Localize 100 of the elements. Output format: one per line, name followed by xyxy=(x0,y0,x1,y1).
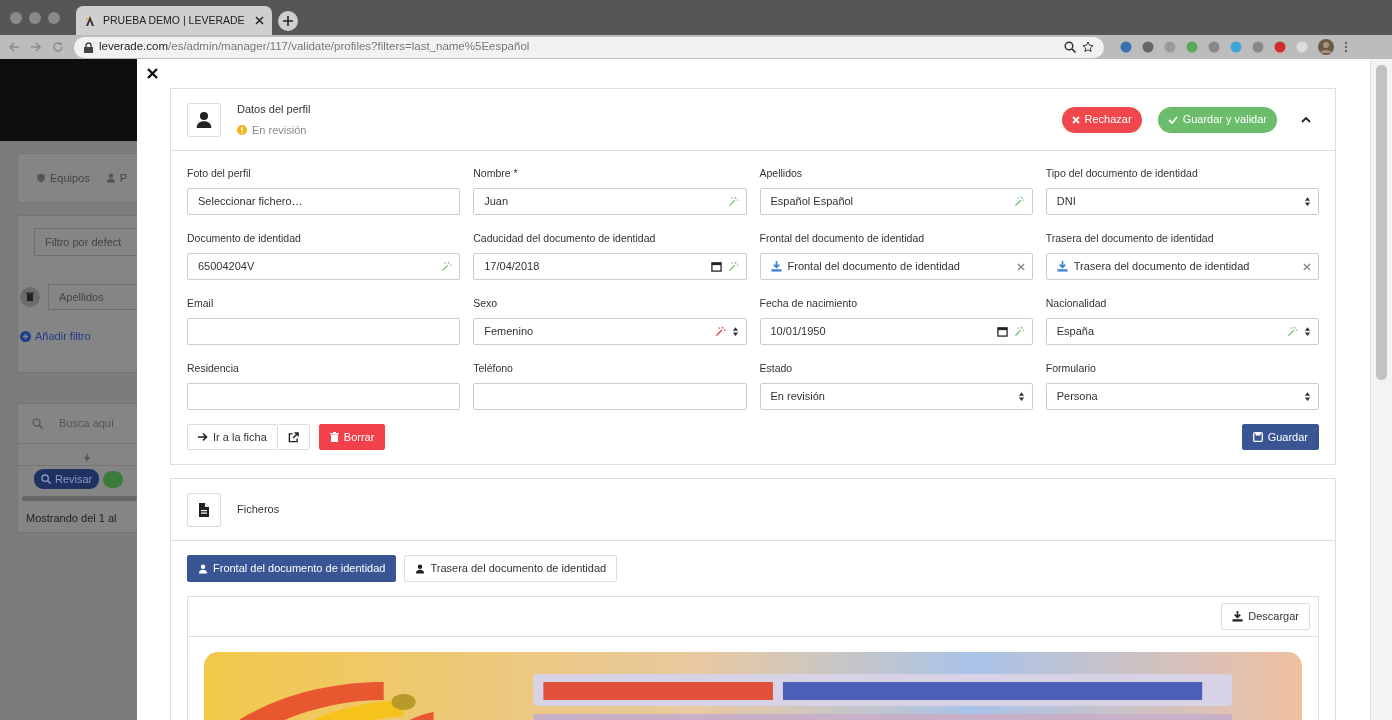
extension-icon[interactable] xyxy=(1252,41,1264,53)
extension-icon[interactable] xyxy=(1296,41,1308,53)
reject-button[interactable]: Rechazar xyxy=(1061,106,1142,133)
review-button[interactable]: Revisar xyxy=(34,468,100,490)
warning-icon xyxy=(237,124,247,135)
field-label: Email xyxy=(187,297,215,310)
wand-icon[interactable] xyxy=(1287,326,1298,337)
extension-icon[interactable] xyxy=(1208,41,1220,53)
approve-button[interactable] xyxy=(103,470,124,488)
extension-icon[interactable] xyxy=(1186,41,1198,53)
field-label: Trasera del documento de identidad xyxy=(1045,232,1215,245)
person-icon xyxy=(195,110,213,129)
extension-icon[interactable] xyxy=(1142,41,1154,53)
section-title: Datos del perfil xyxy=(237,102,312,117)
clear-icon[interactable] xyxy=(1016,262,1025,271)
sort-icon xyxy=(731,326,739,337)
calendar-icon xyxy=(710,261,722,272)
dropdown-field[interactable]: España xyxy=(1045,318,1319,345)
field-label: Residencia xyxy=(187,362,240,375)
download-icon xyxy=(1056,261,1068,272)
star-icon[interactable] xyxy=(1082,41,1094,53)
field-label: Nacionalidad xyxy=(1045,297,1108,310)
document-tab[interactable]: Frontal del documento de identidad xyxy=(187,555,397,582)
favicon-icon xyxy=(84,14,96,27)
document-tab[interactable]: Trasera del documento de identidad xyxy=(404,555,618,582)
trash-icon[interactable] xyxy=(20,287,40,307)
chevron-up-icon[interactable] xyxy=(1301,116,1311,123)
field-label: Fecha de nacimiento xyxy=(759,297,858,310)
person-icon xyxy=(415,563,426,574)
add-icon xyxy=(20,330,31,342)
document-field[interactable]: Frontal del documento de identidad xyxy=(759,253,1033,280)
dropdown-field[interactable]: En revisión xyxy=(759,383,1033,410)
avatar-icon[interactable] xyxy=(1318,39,1334,55)
close-icon xyxy=(1071,115,1080,124)
calendar-icon xyxy=(996,326,1008,337)
zoom-icon[interactable] xyxy=(1064,41,1076,53)
external-link-icon xyxy=(287,431,299,443)
download-icon xyxy=(1232,611,1244,622)
delete-button[interactable]: Borrar xyxy=(318,424,386,450)
wand-icon[interactable] xyxy=(714,326,726,337)
wand-icon[interactable] xyxy=(727,261,739,272)
sort-icon xyxy=(1017,391,1025,402)
window-control[interactable] xyxy=(48,11,60,24)
field-label: Frontal del documento de identidad xyxy=(759,232,926,245)
reload-icon[interactable] xyxy=(52,41,64,53)
field-label: Teléfono xyxy=(473,362,514,375)
status-text: En revisión xyxy=(252,122,307,138)
clear-icon[interactable] xyxy=(1303,262,1311,271)
close-icon[interactable] xyxy=(255,16,264,25)
document-field[interactable]: Trasera del documento de identidad xyxy=(1045,253,1319,280)
date-field[interactable]: 17/04/2018 xyxy=(473,253,747,280)
menu-icon[interactable] xyxy=(1344,41,1348,53)
back-icon[interactable] xyxy=(8,41,20,53)
text-field[interactable] xyxy=(187,383,461,410)
extension-icon[interactable] xyxy=(1274,41,1286,53)
lock-icon xyxy=(84,41,93,53)
extension-icon[interactable] xyxy=(1230,41,1242,53)
dropdown-field[interactable]: Femenino xyxy=(473,318,747,345)
wand-icon[interactable] xyxy=(727,196,739,207)
download-button[interactable]: Descargar xyxy=(1221,603,1310,630)
new-tab-icon[interactable] xyxy=(278,11,298,31)
bolt-icon xyxy=(84,453,90,464)
text-field[interactable] xyxy=(187,318,461,345)
field-label: Nombre * xyxy=(473,167,519,180)
date-field[interactable]: 10/01/1950 xyxy=(759,318,1033,345)
external-link-button[interactable] xyxy=(277,424,310,450)
field-label: Sexo xyxy=(473,297,499,310)
window-control[interactable] xyxy=(10,11,22,24)
results-summary: Mostrando del 1 al xyxy=(25,511,118,526)
address-bar[interactable]: leverade.com/es/admin/manager/117/validate/profiles?filters=last_name%5Eespañol xyxy=(74,36,1104,58)
window-control[interactable] xyxy=(29,11,41,24)
trash-icon xyxy=(329,432,339,442)
wand-icon[interactable] xyxy=(1013,196,1025,207)
close-icon[interactable] xyxy=(147,68,158,79)
extension-icon[interactable] xyxy=(1120,41,1132,53)
text-field[interactable]: 65004204V xyxy=(187,253,461,280)
save-button[interactable]: Guardar xyxy=(1241,424,1319,450)
wand-icon[interactable] xyxy=(1013,326,1025,337)
file-field[interactable]: Seleccionar fichero… xyxy=(187,188,461,215)
sort-icon xyxy=(1304,196,1311,207)
extension-icon[interactable] xyxy=(1164,41,1176,53)
dropdown-field[interactable]: Persona xyxy=(1045,383,1319,410)
person-icon xyxy=(198,563,208,574)
go-to-record-button[interactable]: Ir a la ficha xyxy=(187,424,278,450)
dropdown-field[interactable]: DNI xyxy=(1045,188,1319,215)
scrollbar-thumb[interactable] xyxy=(1376,65,1387,380)
text-field[interactable] xyxy=(473,383,747,410)
scrollbar[interactable] xyxy=(22,496,137,501)
browser-tab[interactable]: PRUEBA DEMO | LEVERADE xyxy=(76,6,272,35)
check-icon xyxy=(1167,115,1178,124)
forward-icon[interactable] xyxy=(30,41,42,53)
tab-title: PRUEBA DEMO | LEVERADE xyxy=(103,12,246,28)
field-label: Documento de identidad xyxy=(187,232,302,245)
field-label: Formulario xyxy=(1045,362,1097,375)
wand-icon[interactable] xyxy=(441,261,453,272)
text-field[interactable]: Juan xyxy=(473,188,747,215)
text-field[interactable]: Español Español xyxy=(759,188,1033,215)
section-title: Ficheros xyxy=(237,502,280,518)
field-label: Foto del perfil xyxy=(187,167,252,180)
person-icon xyxy=(105,173,116,183)
